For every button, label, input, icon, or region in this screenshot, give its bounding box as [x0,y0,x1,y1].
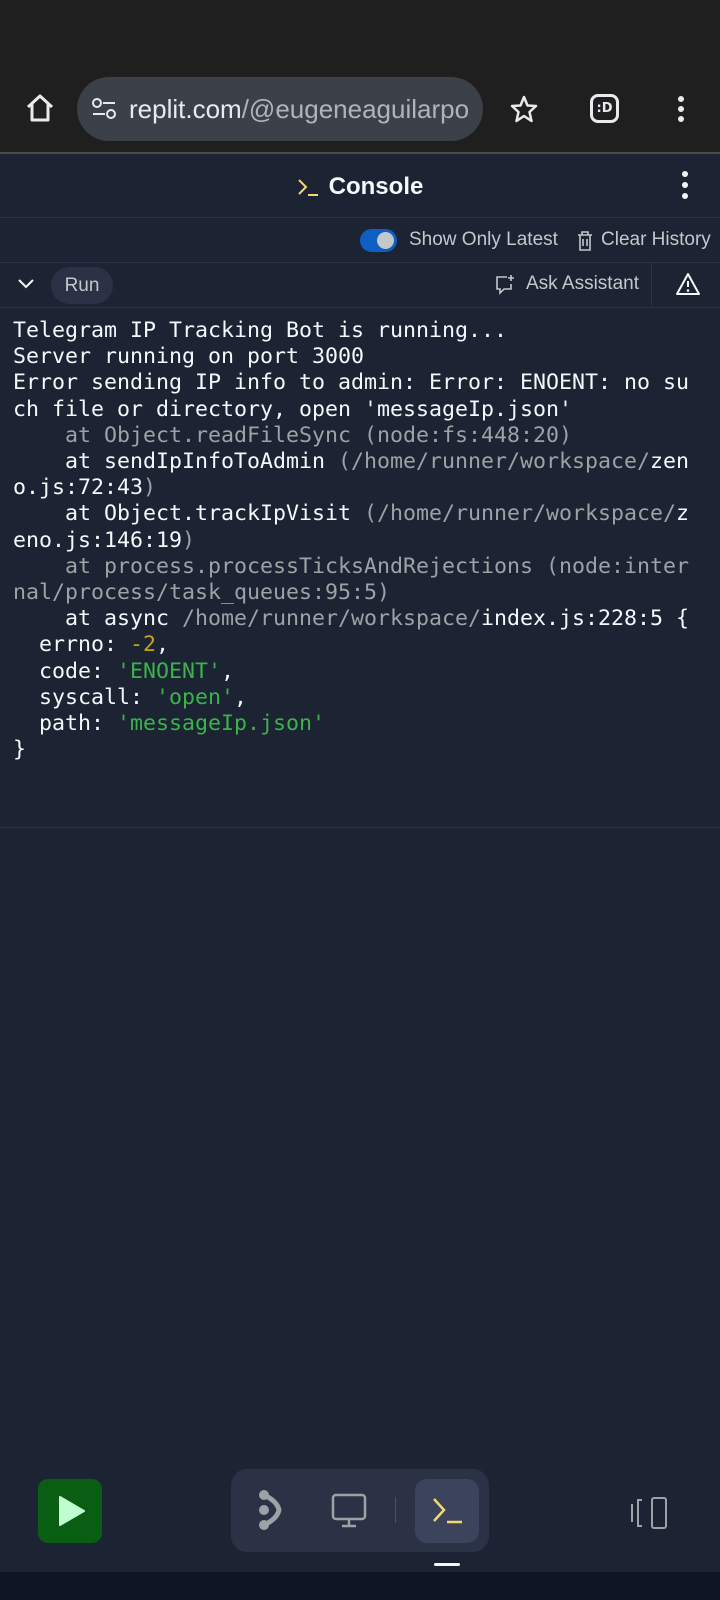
run-button[interactable]: Run [51,267,113,304]
console-text: errno: [13,632,131,658]
trash-icon[interactable] [576,230,594,252]
console-line: at async /home/runner/workspace/index.js… [13,606,713,632]
extension-icon[interactable]: :D [590,94,619,123]
console-text: 'open' [156,684,235,710]
star-icon[interactable] [509,94,539,124]
console-line: path: 'messageIp.json' [13,711,713,737]
console-tab-button[interactable] [415,1479,479,1543]
console-text: ) [182,527,196,553]
console-text: ch file or directory, open 'messageIp.js… [13,396,573,422]
console-line: at sendIpInfoToAdmin (/home/runner/works… [13,449,713,475]
console-text: z [676,501,690,527]
console-output: Telegram IP Tracking Bot is running... Se… [13,318,713,763]
divider [0,827,720,828]
console-line: errno: -2, [13,632,713,658]
console-text: , [156,632,170,658]
console-line: nal/process/task_queues:95:5) [13,580,713,606]
console-text: 'ENOENT' [117,658,222,684]
console-text: Server running on port 3000 [13,344,365,370]
git-icon[interactable] [257,1489,287,1531]
console-text: } [13,737,27,763]
console-text: nal/process/task_queues:95:5) [13,580,391,606]
console-text: syscall: [13,684,157,710]
more-vert-icon[interactable] [672,94,690,124]
ask-assistant-button[interactable]: Ask Assistant [526,273,639,295]
separator [651,263,652,307]
console-text: path: [13,711,118,737]
console-text: , [221,658,235,684]
console-text: ) [143,475,157,501]
console-text: at Object.readFileSync (node:fs:448:20) [13,422,573,448]
system-nav-bar [0,1572,720,1600]
console-text: (/home/runner/workspace/ [364,501,677,527]
console-text: 'messageIp.json' [117,711,326,737]
console-header: Console [0,156,720,218]
console-line: at Object.readFileSync (node:fs:448:20) [13,423,713,449]
console-line: Server running on port 3000 [13,344,713,370]
run-fab-button[interactable] [38,1479,102,1543]
console-line: Error sending IP info to admin: Error: E… [13,370,713,396]
console-line: code: 'ENOENT', [13,659,713,685]
browser-toolbar: replit.com/@eugeneaguilarpo :D [0,76,720,154]
console-text: -2 [130,632,157,658]
console-line: Telegram IP Tracking Bot is running... [13,318,713,344]
console-text: eno.js:146:19 [13,527,183,553]
console-text: , [234,684,248,710]
console-text: Telegram IP Tracking Bot is running... [13,318,508,343]
url-path: /@eugeneaguilarpo [241,93,470,124]
console-line: eno.js:146:19) [13,528,713,554]
toggle-knob [377,232,394,249]
console-text: /home/runner/workspace/ [182,606,482,632]
clear-history-button[interactable]: Clear History [601,229,711,251]
ask-assistant-icon[interactable] [494,274,516,296]
console-text: index.js:228:5 { [481,606,690,632]
webview-icon[interactable] [331,1493,367,1529]
console-text: (/home/runner/workspace/ [338,449,651,475]
console-menu-icon[interactable] [676,169,694,201]
console-text: at Object.trackIpVisit [13,501,365,527]
play-icon [59,1496,85,1526]
address-bar[interactable]: replit.com/@eugeneaguilarpo [77,77,483,141]
console-text: at async [13,606,183,632]
console-text: Error sending IP info to admin: Error: E… [13,370,690,396]
run-bar: Run Ask Assistant [0,263,720,308]
separator [395,1497,396,1523]
url-host: replit.com [129,93,242,124]
bottom-tab-group [231,1469,489,1552]
console-text: o.js:72:43 [13,475,144,501]
console-line: o.js:72:43) [13,475,713,501]
console-text: zen [650,449,690,475]
console-line: ch file or directory, open 'messageIp.js… [13,397,713,423]
active-tab-indicator [434,1563,460,1566]
status-bar [0,0,720,76]
site-settings-icon[interactable] [91,97,117,121]
console-toolbar: Show Only Latest Clear History [0,219,720,263]
warning-icon[interactable] [675,272,701,296]
chevron-down-icon[interactable] [17,277,35,291]
layout-icon[interactable] [630,1496,668,1530]
console-text: at sendIpInfoToAdmin [13,449,339,475]
console-line: syscall: 'open', [13,685,713,711]
console-text: code: [13,658,118,684]
console-icon [433,1498,462,1524]
page-title: Console [328,172,424,200]
terminal-icon [297,178,318,196]
show-only-latest-label[interactable]: Show Only Latest [409,229,558,251]
home-icon[interactable] [24,92,56,124]
console-text: at process.processTicksAndRejections (no… [13,553,690,579]
console-line: at process.processTicksAndRejections (no… [13,554,713,580]
show-only-latest-toggle[interactable] [360,229,397,252]
console-line: } [13,737,713,763]
console-line: at Object.trackIpVisit (/home/runner/wor… [13,501,713,527]
